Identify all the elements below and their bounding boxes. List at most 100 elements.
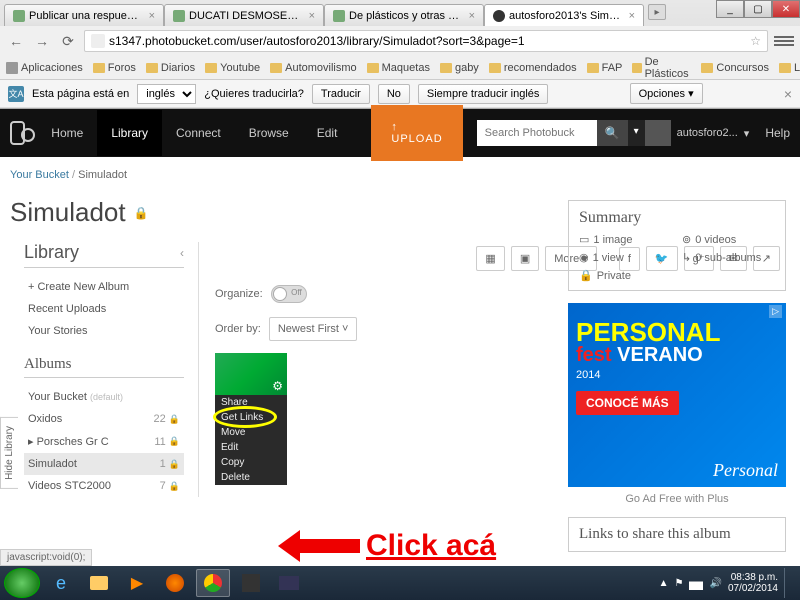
- search-input[interactable]: [477, 120, 597, 146]
- tray-network-icon[interactable]: [689, 576, 703, 590]
- bookmark-folder[interactable]: Maquetas: [367, 62, 430, 74]
- taskbar-wmp-icon[interactable]: ▶: [120, 569, 154, 597]
- taskbar-explorer-icon[interactable]: [82, 569, 116, 597]
- advertisement[interactable]: ▷ PERSONAL fest VERANO 2014 CONOCÉ MÁS P…: [568, 303, 786, 487]
- bookmark-label: Maquetas: [382, 62, 430, 74]
- upload-button[interactable]: ↑ UPLOAD: [371, 105, 462, 161]
- tab-close-icon[interactable]: ×: [149, 10, 155, 22]
- start-button[interactable]: [4, 568, 40, 598]
- links-share-box: Links to share this album: [568, 517, 786, 552]
- search-dropdown[interactable]: ▾: [628, 120, 645, 146]
- view-slideshow-button[interactable]: ▣: [511, 246, 539, 271]
- menu-copy[interactable]: Copy: [215, 455, 287, 470]
- nav-edit[interactable]: Edit: [303, 110, 352, 156]
- album-item[interactable]: Videos STC20007🔒: [24, 475, 184, 497]
- nav-library[interactable]: Library: [97, 110, 162, 156]
- maximize-button[interactable]: ▢: [744, 0, 772, 18]
- bookmark-apps[interactable]: Aplicaciones: [6, 62, 83, 74]
- browser-tab[interactable]: De plásticos y otras yerbas ×: [324, 4, 484, 26]
- orderby-select[interactable]: Newest First ˅: [269, 317, 358, 341]
- taskbar-chrome-icon[interactable]: [196, 569, 230, 597]
- translate-lang-select[interactable]: inglés: [137, 84, 196, 104]
- recent-uploads-link[interactable]: Recent Uploads: [24, 298, 184, 320]
- bookmark-label: Libros: [794, 62, 800, 74]
- browser-tab[interactable]: Publicar una respuesta×: [4, 4, 164, 26]
- tab-close-icon[interactable]: ×: [629, 10, 635, 22]
- toggle-knob: [273, 287, 287, 301]
- organize-label: Organize:: [215, 288, 263, 300]
- search-button[interactable]: 🔍: [597, 120, 628, 146]
- translate-no-button[interactable]: No: [378, 84, 410, 104]
- menu-edit[interactable]: Edit: [215, 440, 287, 455]
- new-tab-button[interactable]: ▸: [648, 4, 666, 20]
- menu-get-links[interactable]: Get Links: [215, 410, 287, 425]
- user-menu[interactable]: autosforo2... ▾: [645, 120, 750, 146]
- bookmark-folder[interactable]: Automovilismo: [270, 62, 357, 74]
- browser-tab[interactable]: DUCATI DESMOSEDICI GP×: [164, 4, 324, 26]
- forward-button[interactable]: →: [32, 31, 52, 51]
- tray-volume-icon[interactable]: 🔊: [709, 578, 721, 589]
- minimize-button[interactable]: _: [716, 0, 744, 18]
- organize-toggle[interactable]: Off: [271, 285, 307, 303]
- address-bar[interactable]: s1347.photobucket.com/user/autosforo2013…: [84, 30, 768, 52]
- translate-always-button[interactable]: Siempre traducir inglés: [418, 84, 549, 104]
- adchoices-icon[interactable]: ▷: [769, 305, 782, 318]
- nav-browse[interactable]: Browse: [235, 110, 303, 156]
- bookmark-star-icon[interactable]: ☆: [750, 34, 761, 48]
- your-stories-link[interactable]: Your Stories: [24, 320, 184, 342]
- album-item[interactable]: Your Bucket (default): [24, 386, 184, 408]
- gear-icon[interactable]: ⚙: [272, 379, 283, 393]
- bookmark-folder[interactable]: Foros: [93, 62, 136, 74]
- taskbar-ie-icon[interactable]: e: [44, 569, 78, 597]
- bookmark-folder[interactable]: recomendados: [489, 62, 577, 74]
- photobucket-logo[interactable]: [10, 121, 25, 145]
- nav-home[interactable]: Home: [37, 110, 97, 156]
- bookmark-folder[interactable]: Youtube: [205, 62, 260, 74]
- favicon: [333, 10, 345, 22]
- album-item[interactable]: Oxidos22🔒: [24, 408, 184, 430]
- translate-options-button[interactable]: Opciones ▾: [630, 83, 703, 104]
- tray-show-hidden-icon[interactable]: ▲: [659, 578, 669, 589]
- ad-cta-button[interactable]: CONOCÉ MÁS: [576, 391, 679, 415]
- browser-tab-active[interactable]: autosforo2013's Simulado×: [484, 4, 644, 26]
- menu-delete[interactable]: Delete: [215, 470, 287, 485]
- collapse-arrow-icon[interactable]: ‹: [180, 246, 184, 260]
- tray-flag-icon[interactable]: ⚑: [675, 578, 684, 589]
- taskbar-clock[interactable]: 08:38 p.m. 07/02/2014: [728, 572, 778, 594]
- album-item-selected[interactable]: Simuladot1🔒: [24, 453, 184, 475]
- go-adfree-link[interactable]: Go Ad Free with Plus: [568, 493, 786, 505]
- tab-close-icon[interactable]: ×: [469, 10, 475, 22]
- help-link[interactable]: Help: [765, 126, 790, 140]
- view-grid-button[interactable]: ▦: [476, 246, 504, 271]
- hide-library-tab[interactable]: Hide Library: [0, 417, 18, 489]
- bookmark-folder[interactable]: Diarios: [146, 62, 195, 74]
- translate-close-icon[interactable]: ×: [784, 86, 792, 102]
- breadcrumb-root[interactable]: Your Bucket: [10, 169, 69, 181]
- bookmark-folder[interactable]: Concursos: [701, 62, 769, 74]
- close-window-button[interactable]: ✕: [772, 0, 800, 18]
- create-album-link[interactable]: + Create New Album: [24, 276, 184, 298]
- taskbar-app-icon[interactable]: [234, 569, 268, 597]
- menu-move[interactable]: Move: [215, 425, 287, 440]
- clock-date: 07/02/2014: [728, 583, 778, 594]
- bookmark-folder[interactable]: Libros: [779, 62, 800, 74]
- bookmark-folder[interactable]: gaby: [440, 62, 479, 74]
- back-button[interactable]: ←: [6, 31, 26, 51]
- show-desktop-button[interactable]: [784, 568, 792, 598]
- bookmark-folder[interactable]: De Plásticos: [632, 56, 691, 80]
- menu-share[interactable]: Share: [215, 395, 287, 410]
- translate-button[interactable]: Traducir: [312, 84, 370, 104]
- eye-icon: ◉: [579, 251, 589, 264]
- reload-button[interactable]: ⟳: [58, 31, 78, 51]
- taskbar-app-icon[interactable]: [272, 569, 306, 597]
- bookmark-folder[interactable]: FAP: [587, 62, 623, 74]
- tab-label: De plásticos y otras yerbas: [349, 10, 461, 22]
- taskbar-firefox-icon[interactable]: [158, 569, 192, 597]
- nav-connect[interactable]: Connect: [162, 110, 235, 156]
- album-item[interactable]: ▸ Porsches Gr C11🔒: [24, 430, 184, 453]
- folder-icon: [632, 63, 641, 73]
- chrome-menu-button[interactable]: [774, 31, 794, 51]
- clock-time: 08:38 p.m.: [728, 572, 778, 583]
- media-thumbnail[interactable]: ⚙ Share Get Links Move Edit Copy Delete: [215, 353, 287, 471]
- tab-close-icon[interactable]: ×: [309, 10, 315, 22]
